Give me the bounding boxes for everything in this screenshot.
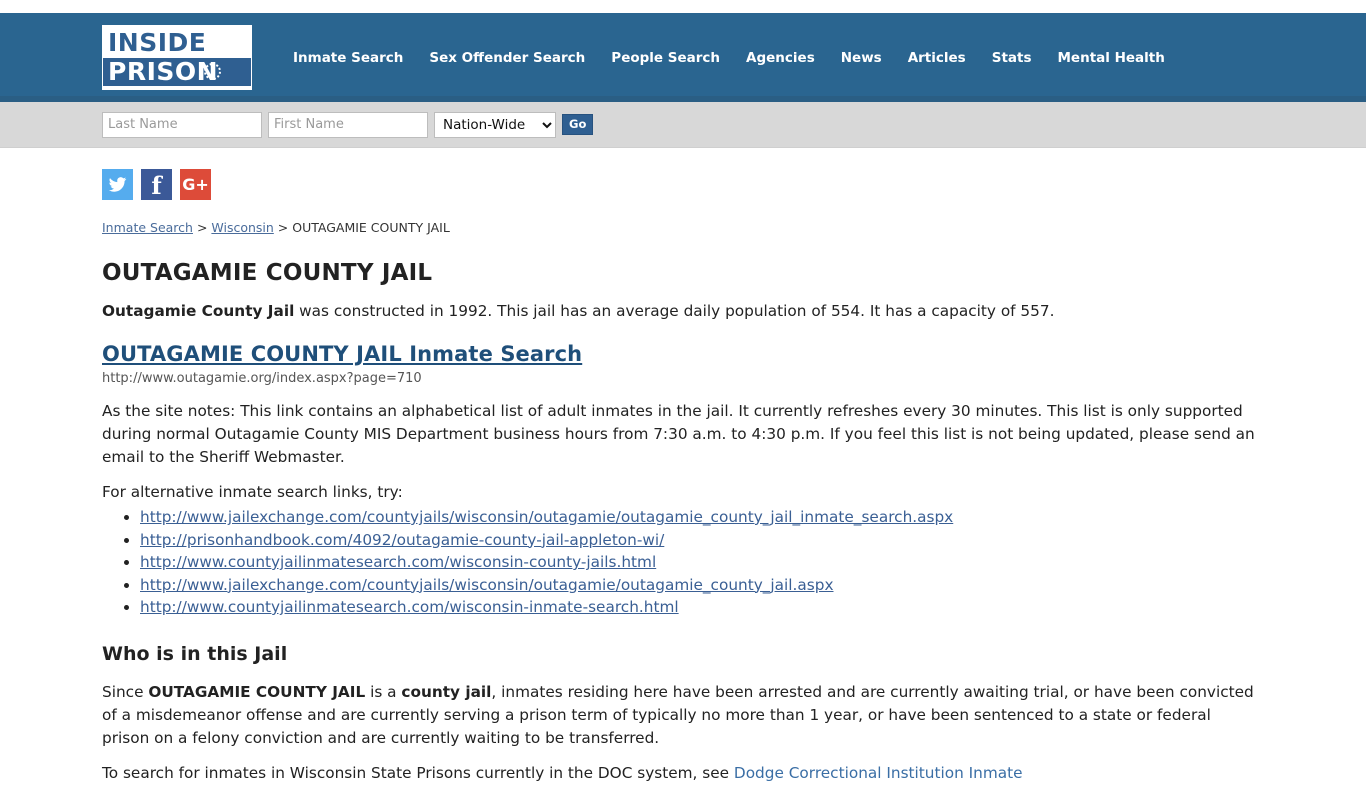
breadcrumb-separator-1: > [192,220,212,235]
alt-link-5[interactable]: http://www.countyjailinmatesearch.com/wi… [140,598,679,616]
logo-ring-icon [204,63,221,80]
logo-text-prison-label: PRISON [108,57,219,86]
breadcrumb-link-wisconsin[interactable]: Wisconsin [211,220,273,235]
main-content: f G+ Inmate Search > Wisconsin > OUTAGAM… [102,148,1262,785]
google-plus-icon[interactable]: G+ [180,169,211,200]
alt-links-label: For alternative inmate search links, try… [102,483,403,501]
top-spacer [0,0,1366,13]
alt-link-4[interactable]: http://www.jailexchange.com/countyjails/… [140,576,834,594]
breadcrumb: Inmate Search > Wisconsin > OUTAGAMIE CO… [102,212,1262,237]
alt-link-1[interactable]: http://www.jailexchange.com/countyjails/… [140,508,953,526]
inmate-search-heading: OUTAGAMIE COUNTY JAIL Inmate Search [102,339,1262,367]
who-p-jail-name: OUTAGAMIE COUNTY JAIL [148,682,366,701]
list-item: http://www.countyjailinmatesearch.com/wi… [140,551,1262,574]
last-name-input[interactable] [102,111,262,138]
list-item: http://www.jailexchange.com/countyjails/… [140,574,1262,597]
list-item: http://www.countyjailinmatesearch.com/wi… [140,596,1262,619]
alt-link-3[interactable]: http://www.countyjailinmatesearch.com/wi… [140,553,656,571]
breadcrumb-link-inmate-search[interactable]: Inmate Search [102,220,193,235]
intro-jail-name: Outagamie County Jail [102,302,295,320]
logo-text-prison: PRISON [103,58,251,86]
nav-item-inmate-search[interactable]: Inmate Search [280,46,416,70]
nav-item-mental-health[interactable]: Mental Health [1045,46,1178,70]
doc-search-paragraph: To search for inmates in Wisconsin State… [102,762,1262,785]
breadcrumb-current: OUTAGAMIE COUNTY JAIL [292,220,450,235]
nav-item-news[interactable]: News [828,46,895,70]
doc-search-text: To search for inmates in Wisconsin State… [102,763,734,782]
site-header: INSIDE PRISON Inmate Search Sex Offender… [0,13,1366,102]
nav-item-sex-offender-search[interactable]: Sex Offender Search [416,46,598,70]
nav-item-people-search[interactable]: People Search [598,46,733,70]
scope-select[interactable]: Nation-Wide [434,111,556,138]
list-item: http://prisonhandbook.com/4092/outagamie… [140,529,1262,552]
site-logo[interactable]: INSIDE PRISON [102,25,252,90]
twitter-icon[interactable] [102,169,133,200]
go-button[interactable]: Go [562,114,594,135]
dodge-correctional-link[interactable]: Dodge Correctional Institution Inmate [734,764,1023,782]
who-is-in-jail-heading: Who is in this Jail [102,642,288,665]
list-item: http://www.jailexchange.com/countyjails/… [140,506,1262,529]
alt-link-2[interactable]: http://prisonhandbook.com/4092/outagamie… [140,531,664,549]
facebook-glyph: f [151,170,162,200]
site-notes-paragraph: As the site notes: This link contains an… [102,402,1255,466]
search-bar: Nation-Wide Go [0,102,1366,148]
main-nav: Inmate Search Sex Offender Search People… [280,46,1178,70]
social-links: f G+ [102,148,1262,212]
first-name-input[interactable] [268,111,428,138]
alt-links-list: http://www.jailexchange.com/countyjails/… [102,506,1262,619]
search-bar-inner: Nation-Wide Go [102,111,594,138]
who-p-part-c: is a [365,682,402,701]
logo-text-inside: INSIDE [103,29,251,57]
inmate-search-url: http://www.outagamie.org/index.aspx?page… [102,371,422,386]
intro-paragraph-rest: was constructed in 1992. This jail has a… [294,302,1055,320]
page-title: OUTAGAMIE COUNTY JAIL [102,260,433,286]
google-plus-glyph: G+ [182,174,209,194]
nav-item-agencies[interactable]: Agencies [733,46,828,70]
inmate-search-link[interactable]: OUTAGAMIE COUNTY JAIL Inmate Search [102,342,582,366]
breadcrumb-separator-2: > [273,220,293,235]
intro-paragraph: Outagamie County Jail was constructed in… [102,300,1262,323]
nav-item-stats[interactable]: Stats [979,46,1045,70]
who-p-part-a: Since [102,682,149,701]
facebook-icon[interactable]: f [141,169,172,200]
who-p-county-jail: county jail [401,682,492,701]
nav-item-articles[interactable]: Articles [895,46,979,70]
who-is-in-jail-paragraph: Since OUTAGAMIE COUNTY JAIL is a county … [102,681,1262,750]
